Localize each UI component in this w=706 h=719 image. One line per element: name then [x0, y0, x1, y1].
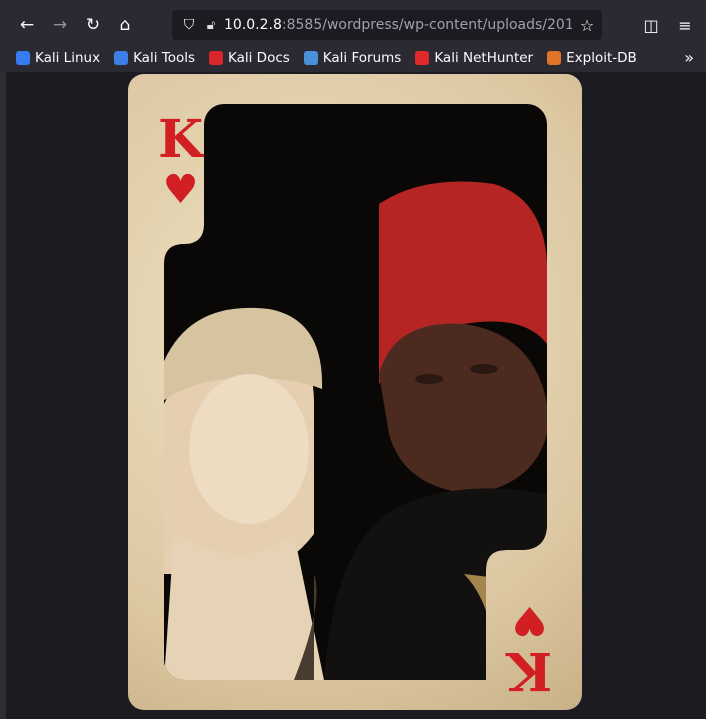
lock-icon[interactable]: 🔓︎ — [202, 18, 220, 33]
bookmarks-toolbar: Kali Linux Kali Tools Kali Docs Kali For… — [0, 44, 706, 72]
heart-suit-icon: ♥ — [511, 597, 548, 644]
arrow-right-icon: → — [52, 15, 68, 35]
kali-tools-icon — [114, 51, 129, 65]
card-rank: K — [506, 640, 552, 701]
bookmark-label: Kali Tools — [133, 50, 195, 66]
bookmark-label: Exploit-DB — [566, 50, 637, 66]
navigation-toolbar: ← → ↻ ⌂ ⛉ 🔓︎ 10.0.2.8:8585/wordpress/wp-… — [0, 6, 706, 44]
bookmark-label: Kali Docs — [228, 50, 290, 66]
kali-nethunter-icon — [415, 51, 430, 65]
home-button[interactable]: ⌂ — [110, 10, 140, 40]
url-host: 10.0.2.8 — [224, 17, 282, 33]
hamburger-menu-icon: ≡ — [678, 15, 692, 35]
forward-button[interactable]: → — [45, 10, 75, 40]
url-path: :8585/wordpress/wp-content/uploads/2016/… — [281, 17, 572, 33]
pocket-icon: ◫ — [643, 15, 659, 35]
bookmark-kali-nethunter[interactable]: Kali NetHunter — [415, 50, 533, 66]
card-corner-bottom-right: K ♥ — [506, 597, 552, 701]
shield-icon[interactable]: ⛉ — [176, 17, 202, 33]
bookmarks-overflow-icon[interactable]: » — [684, 48, 694, 67]
arrow-left-icon: ← — [19, 15, 35, 35]
page-content: K ♥ K ♥ — [0, 72, 706, 719]
bookmark-label: Kali NetHunter — [434, 50, 534, 66]
card-photo — [164, 104, 547, 680]
home-icon: ⌂ — [119, 15, 131, 35]
bookmark-kali-forums[interactable]: Kali Forums — [303, 50, 402, 66]
bookmark-exploit-db[interactable]: Exploit-DB — [547, 50, 637, 66]
bookmark-label: Kali Linux — [35, 50, 101, 66]
reload-button[interactable]: ↻ — [78, 10, 108, 40]
photo-illustration — [164, 104, 547, 680]
bookmark-label: Kali Forums — [322, 50, 402, 66]
url-bar[interactable]: ⛉ 🔓︎ 10.0.2.8:8585/wordpress/wp-content/… — [172, 10, 602, 40]
side-strip — [0, 72, 6, 719]
pocket-button[interactable]: ◫ — [636, 10, 666, 40]
url-text[interactable]: 10.0.2.8:8585/wordpress/wp-content/uploa… — [224, 17, 572, 33]
reload-icon: ↻ — [85, 15, 101, 35]
back-button[interactable]: ← — [12, 10, 42, 40]
playing-card-image: K ♥ K ♥ — [128, 74, 582, 710]
menu-button[interactable]: ≡ — [670, 10, 700, 40]
kali-docs-icon — [209, 51, 223, 65]
exploit-db-icon — [547, 51, 562, 65]
bookmark-kali-tools[interactable]: Kali Tools — [114, 50, 195, 66]
kali-forums-icon — [303, 51, 318, 65]
browser-chrome: ← → ↻ ⌂ ⛉ 🔓︎ 10.0.2.8:8585/wordpress/wp-… — [0, 0, 706, 72]
bookmark-star-icon[interactable]: ☆ — [572, 16, 602, 35]
bookmark-kali-linux[interactable]: Kali Linux — [16, 50, 100, 66]
bookmark-kali-docs[interactable]: Kali Docs — [209, 50, 290, 66]
kali-linux-icon — [16, 51, 30, 65]
